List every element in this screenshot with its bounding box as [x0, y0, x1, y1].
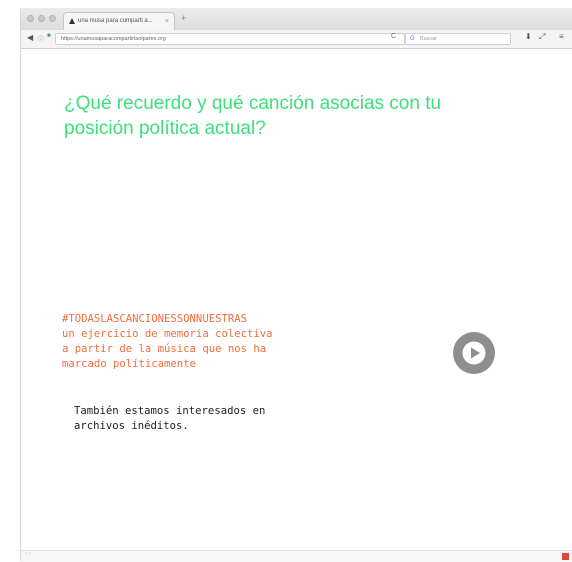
status-bar: ‹ › [21, 550, 572, 562]
hashtag-block: #TODASLASCANCIONESSONNUESTRAS un ejercic… [62, 312, 392, 372]
tab-active[interactable]: una musa para comparti a... × [63, 12, 175, 30]
play-icon [462, 341, 486, 365]
extension-icon[interactable] [562, 553, 569, 560]
back-icon[interactable]: ◀ [27, 33, 33, 42]
archives-line: También estamos interesados en [74, 405, 266, 417]
navigation-bar: ◀ ⓘ ■ https://unamusaparacompartirlaolpa… [21, 30, 572, 49]
tab-close-icon[interactable]: × [165, 13, 169, 30]
browser-window: una musa para comparti a... × + ◀ ⓘ ■ ht… [20, 8, 572, 562]
url-text: https://unamusaparacompartirlaolpares.or… [61, 36, 166, 42]
lock-icon: ■ [47, 33, 51, 39]
resize-icon[interactable]: ⤢ [539, 32, 545, 42]
menu-icon[interactable]: ≡ [559, 32, 564, 41]
favicon-icon [69, 18, 75, 24]
hashtag-line: a partir de la música que nos ha [62, 343, 267, 355]
close-window-button[interactable] [27, 15, 34, 22]
tab-strip: una musa para comparti a... × + [21, 8, 572, 31]
search-input[interactable]: G Buscar [405, 33, 511, 45]
tab-title: una musa para comparti a... [78, 18, 153, 24]
search-placeholder: Buscar [420, 36, 438, 42]
reload-icon[interactable]: C [391, 33, 396, 40]
page-question-heading: ¿Qué recuerdo y qué canción asocias con … [64, 93, 442, 139]
search-engine-icon: G [410, 36, 415, 42]
play-button[interactable] [453, 332, 495, 374]
download-icon[interactable]: ⬇ [525, 32, 532, 41]
url-bar[interactable]: https://unamusaparacompartirlaolpares.or… [55, 33, 405, 45]
minimize-window-button[interactable] [38, 15, 45, 22]
info-icon[interactable]: ⓘ [38, 34, 44, 43]
archives-note: También estamos interesados en archivos … [74, 404, 404, 434]
window-controls [27, 15, 56, 22]
archives-line: archivos inéditos. [74, 420, 189, 432]
hashtag-line: un ejercicio de memoria colectiva [62, 328, 273, 340]
hashtag-line: #TODASLASCANCIONESSONNUESTRAS [62, 313, 247, 325]
status-nav-arrows[interactable]: ‹ › [25, 551, 31, 557]
new-tab-button[interactable]: + [181, 13, 186, 23]
hashtag-line: marcado políticamente [62, 358, 196, 370]
zoom-window-button[interactable] [49, 15, 56, 22]
